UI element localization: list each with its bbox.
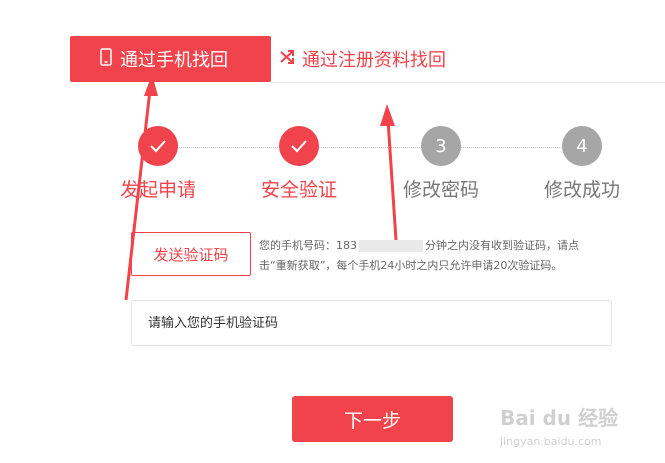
phone-icon [100, 47, 112, 71]
baidu-watermark: Bai du 经验 jingyan.baidu.com [500, 402, 650, 454]
send-code-button[interactable]: 发送验证码 [131, 232, 251, 276]
tab-phone-recovery[interactable]: 通过手机找回 [70, 36, 271, 82]
check-icon [138, 126, 178, 166]
watermark-url: jingyan.baidu.com [500, 435, 602, 448]
step-1: 发起申请 [98, 126, 218, 202]
next-step-button[interactable]: 下一步 [292, 396, 453, 442]
tab-registration-recovery[interactable]: 通过注册资料找回 [278, 36, 446, 82]
verification-code-input[interactable] [131, 300, 612, 346]
tabs-divider [272, 82, 665, 83]
step-label: 安全验证 [260, 179, 337, 201]
tab-phone-label: 通过手机找回 [120, 50, 228, 71]
info-line2: 击“重新获取”，每个手机24小时之内只允许申请20次验证码。 [259, 259, 563, 272]
progress-steps: 发起申请 安全验证 3 修改密码 4 修改成功 [0, 126, 665, 201]
step-number: 3 [421, 126, 461, 166]
step-2: 安全验证 [239, 126, 359, 202]
step-number: 4 [562, 126, 602, 166]
phone-number-prefix: 您的手机号码：183 [259, 239, 357, 252]
step-label: 修改成功 [543, 179, 620, 201]
info-line1: 分钟之内没有收到验证码，请点 [425, 239, 579, 252]
shuffle-icon [278, 48, 296, 71]
step-label: 发起申请 [119, 179, 196, 201]
check-icon [279, 126, 319, 166]
step-label: 修改密码 [402, 179, 479, 201]
step-3: 3 修改密码 [381, 126, 501, 202]
masked-phone-number [359, 240, 423, 252]
sms-info-text: 您的手机号码：183 分钟之内没有收到验证码，请点 击“重新获取”，每个手机24小… [259, 236, 619, 276]
tab-registration-label: 通过注册资料找回 [302, 50, 446, 71]
watermark-logo: Bai du 经验 [500, 406, 619, 430]
step-4: 4 修改成功 [522, 126, 642, 202]
